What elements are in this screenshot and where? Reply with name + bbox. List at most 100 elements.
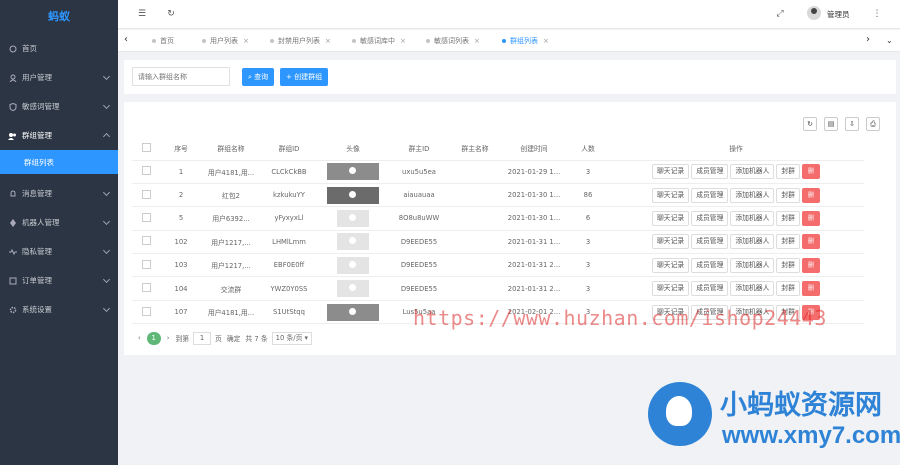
member-manage-button[interactable]: 成员管理 [691,210,729,226]
close-icon[interactable]: × [243,37,249,45]
row-select-cell[interactable] [132,253,160,278]
sidebar-item-messages[interactable]: 消息管理 [0,179,118,208]
chat-history-button[interactable]: 聊天记录 [652,187,690,203]
row-checkbox[interactable] [141,283,151,293]
row-select-cell[interactable] [132,206,160,231]
select-all-checkbox[interactable] [141,142,151,152]
col-header[interactable]: 群主ID [388,137,450,161]
col-header[interactable]: 头像 [318,137,388,161]
delete-button[interactable]: 删 [801,257,820,273]
row-select-cell[interactable] [132,160,160,184]
ban-group-button[interactable]: 封群 [776,210,800,226]
chat-history-button[interactable]: 聊天记录 [652,281,690,297]
member-manage-button[interactable]: 成员管理 [691,257,729,273]
ban-group-button[interactable]: 封群 [776,164,800,180]
tab-group-list[interactable]: 群组列表 × [498,30,549,52]
sidebar-item-groups[interactable]: 群组管理 [0,121,118,150]
row-checkbox[interactable] [141,212,151,222]
chat-history-button[interactable]: 聊天记录 [652,210,690,226]
group-name-search-input[interactable] [132,67,230,86]
ban-group-button[interactable]: 封群 [776,281,800,297]
tab-sensitive-words[interactable]: 敏感词库中 × [348,30,406,52]
chevron-left-icon[interactable]: ‹ [124,34,128,45]
delete-button[interactable]: 删 [801,234,820,250]
col-header[interactable]: 创建时间 [500,137,568,161]
add-robot-button[interactable]: 添加机器人 [730,187,775,203]
add-robot-button[interactable]: 添加机器人 [730,257,775,273]
row-checkbox[interactable] [141,259,151,269]
add-robot-button[interactable]: 添加机器人 [730,234,775,250]
col-header[interactable]: 人数 [568,137,608,161]
member-manage-button[interactable]: 成员管理 [691,234,729,250]
col-header[interactable]: 群组ID [260,137,318,161]
row-checkbox[interactable] [141,166,151,176]
export-icon[interactable]: ⇩ [845,117,859,131]
print-icon[interactable]: ⎙ [866,117,880,131]
close-icon[interactable]: × [400,37,406,45]
chat-history-button[interactable]: 聊天记录 [652,234,690,250]
search-button[interactable]: ⌕ 查询 [242,68,275,86]
member-manage-button[interactable]: 成员管理 [691,164,729,180]
refresh-icon[interactable]: ↻ [803,117,817,131]
chevron-down-icon[interactable]: ⌄ [886,36,893,45]
sidebar-item-settings[interactable]: 系统设置 [0,295,118,324]
page-number-input[interactable]: 1 [193,331,212,345]
row-checkbox[interactable] [141,236,151,246]
ban-group-button[interactable]: 封群 [776,187,800,203]
chat-history-button[interactable]: 聊天记录 [652,257,690,273]
page-current[interactable]: 1 [146,331,161,345]
prev-page-icon[interactable]: ‹ [138,334,141,342]
sidebar-item-sensitive-words[interactable]: 敏感词管理 [0,92,118,121]
sidebar-item-privacy[interactable]: 隐私管理 [0,237,118,266]
menu-toggle-icon[interactable]: ☰ [136,8,148,20]
sidebar-item-group-list[interactable]: 群组列表 [0,150,118,174]
row-checkbox[interactable] [141,189,151,199]
row-select-cell[interactable] [132,300,160,325]
submenu-groups: 群组列表 [0,150,118,174]
close-icon[interactable]: × [543,37,549,45]
delete-button[interactable]: 删 [801,281,820,297]
page-size-select[interactable]: 10 条/页 ▾ [271,331,312,345]
tab-user-list[interactable]: 用户列表 × [198,30,249,52]
sidebar-item-users[interactable]: 用户管理 [0,63,118,92]
member-manage-button[interactable]: 成员管理 [691,187,729,203]
row-select-cell[interactable] [132,183,160,208]
delete-button[interactable]: 删 [801,164,820,180]
refresh-icon[interactable]: ↻ [165,8,177,20]
delete-button[interactable]: 删 [801,187,820,203]
ban-group-button[interactable]: 封群 [776,234,800,250]
tab-home[interactable]: 首页 [148,30,174,52]
chevron-right-icon[interactable]: › [866,34,870,45]
col-header[interactable]: 序号 [160,137,202,161]
add-robot-button[interactable]: 添加机器人 [730,210,775,226]
chat-history-button[interactable]: 聊天记录 [652,164,690,180]
close-icon[interactable]: × [325,37,331,45]
add-robot-button[interactable]: 添加机器人 [730,164,775,180]
member-manage-button[interactable]: 成员管理 [691,281,729,297]
sidebar-item-home[interactable]: 首页 [0,34,118,63]
row-select-cell[interactable] [132,276,160,301]
columns-icon[interactable]: ▤ [824,117,838,131]
cell-no: 103 [160,253,202,278]
row-checkbox[interactable] [141,306,151,316]
col-header[interactable]: 群组名称 [202,137,260,161]
admin-name[interactable]: 管理员 [827,9,850,20]
delete-button[interactable]: 删 [801,210,820,226]
ban-group-button[interactable]: 封群 [776,257,800,273]
tab-banned-users[interactable]: 封禁用户列表 × [266,30,331,52]
row-select-cell[interactable] [132,230,160,255]
next-page-icon[interactable]: › [167,334,170,342]
close-icon[interactable]: × [474,37,480,45]
create-group-button[interactable]: + 创建群组 [280,68,329,86]
col-header[interactable]: 群主名称 [450,137,500,161]
sidebar-item-orders[interactable]: 订单管理 [0,266,118,295]
avatar[interactable] [807,6,821,20]
more-icon[interactable]: ⋮ [871,8,883,20]
select-all-cell[interactable] [132,137,160,161]
tab-sensitive-word-list[interactable]: 敏感词列表 × [422,30,480,52]
add-robot-button[interactable]: 添加机器人 [730,281,775,297]
fullscreen-icon[interactable]: ⤢ [774,8,786,20]
confirm-button[interactable]: 确定 [227,333,241,343]
cell-created-time: 2021-01-30 1... [500,206,568,231]
sidebar-item-robots[interactable]: 机器人管理 [0,208,118,237]
